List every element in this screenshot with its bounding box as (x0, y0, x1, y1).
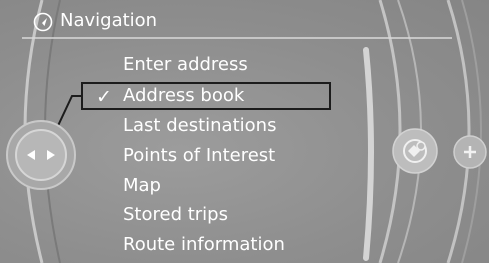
checkmark-icon: ✓ (96, 86, 112, 108)
navigation-arrow-icon (33, 12, 53, 32)
menu-item-address-book[interactable]: ✓ Address book (81, 82, 331, 110)
menu-item-stored-trips[interactable]: Stored trips (123, 203, 228, 227)
menu-item-points-of-interest[interactable]: Points of Interest (123, 144, 275, 168)
plus-icon[interactable] (452, 132, 488, 172)
header: Navigation (0, 0, 489, 40)
page-title: Navigation (60, 10, 158, 31)
menu-item-map[interactable]: Map (123, 174, 161, 198)
left-right-arrows-icon[interactable] (5, 119, 77, 191)
menu-item-enter-address[interactable]: Enter address (123, 53, 248, 77)
menu-item-last-destinations[interactable]: Last destinations (123, 114, 276, 138)
menu-item-route-information[interactable]: Route information (123, 233, 285, 257)
map-settings-icon[interactable] (392, 128, 438, 174)
menu-item-label: Address book (123, 85, 245, 106)
navigation-screen: Navigation Enter address ✓ Address book … (0, 0, 489, 263)
